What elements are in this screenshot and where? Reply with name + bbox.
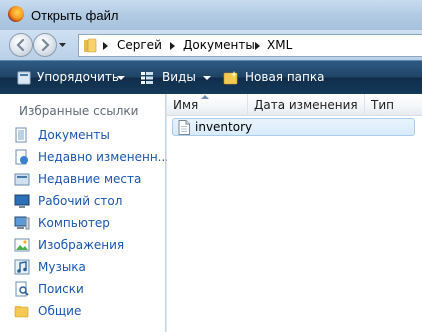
documents-icon bbox=[15, 127, 27, 143]
column-header-label: Имя bbox=[173, 98, 199, 112]
breadcrumb-separator-icon[interactable] bbox=[255, 42, 260, 50]
command-toolbar: Упорядочить Виды Новая папка bbox=[0, 60, 422, 94]
column-header-type[interactable]: Тип bbox=[365, 94, 422, 116]
nav-item-recently-changed[interactable]: Недавно измененн... bbox=[0, 147, 170, 169]
folder-icon bbox=[84, 38, 97, 53]
favorite-links-title: Избранные ссылки bbox=[19, 104, 139, 118]
organize-dropdown-icon[interactable] bbox=[117, 76, 125, 80]
nav-item-label: Документы bbox=[38, 128, 110, 142]
favorite-links-pane: Избранные ссылки Документы Недавно измен… bbox=[0, 94, 170, 332]
views-icon bbox=[141, 72, 153, 84]
window-title: Открыть файл bbox=[31, 8, 119, 23]
pictures-icon bbox=[14, 238, 30, 252]
forward-button[interactable] bbox=[33, 33, 57, 57]
back-arrow-icon bbox=[16, 39, 25, 51]
nav-item-music[interactable]: Музыка bbox=[0, 257, 166, 279]
nav-item-label: Изображения bbox=[38, 238, 125, 252]
column-header-label: Тип bbox=[371, 98, 394, 112]
nav-item-label: Недавно измененн... bbox=[38, 150, 170, 164]
views-button[interactable]: Виды bbox=[162, 70, 196, 84]
new-folder-button[interactable]: Новая папка bbox=[245, 70, 324, 84]
breadcrumb-separator-icon[interactable] bbox=[170, 42, 175, 50]
nav-item-pictures[interactable]: Изображения bbox=[0, 235, 166, 257]
nav-item-searches[interactable]: Поиски bbox=[0, 279, 166, 301]
address-row: Сергей Документы XML bbox=[0, 30, 422, 60]
sort-ascending-icon bbox=[201, 95, 209, 99]
address-bar[interactable]: Сергей Документы XML bbox=[78, 34, 422, 57]
nav-item-desktop[interactable]: Рабочий стол bbox=[0, 191, 166, 213]
firefox-icon bbox=[8, 6, 24, 22]
breadcrumb-documents[interactable]: Документы bbox=[183, 38, 255, 52]
nav-item-label: Поиски bbox=[38, 282, 84, 296]
column-header-name[interactable]: Имя bbox=[167, 94, 248, 116]
back-button[interactable] bbox=[9, 33, 33, 57]
file-icon bbox=[178, 120, 190, 135]
breadcrumb-xml[interactable]: XML bbox=[267, 38, 292, 52]
file-row[interactable]: inventory bbox=[172, 118, 415, 136]
new-folder-icon bbox=[223, 71, 238, 85]
nav-item-label: Общие bbox=[38, 304, 82, 318]
computer-icon bbox=[14, 216, 30, 230]
column-header-date[interactable]: Дата изменения bbox=[248, 94, 365, 116]
nav-item-documents[interactable]: Документы bbox=[0, 125, 166, 147]
column-header-label: Дата изменения bbox=[254, 98, 358, 112]
nav-item-recent-places[interactable]: Недавние места bbox=[0, 169, 166, 191]
recent-places-icon bbox=[14, 173, 30, 186]
nav-item-label: Музыка bbox=[38, 260, 86, 274]
column-header-row: Имя Дата изменения Тип bbox=[167, 94, 422, 116]
public-icon bbox=[14, 306, 29, 318]
searches-icon bbox=[15, 281, 29, 297]
nav-item-label: Компьютер bbox=[38, 216, 110, 230]
organize-icon bbox=[17, 71, 31, 85]
nav-item-computer[interactable]: Компьютер bbox=[0, 213, 166, 235]
file-list-pane: Имя Дата изменения Тип inventory bbox=[167, 94, 422, 332]
history-dropdown-icon[interactable] bbox=[58, 41, 67, 49]
title-bar: Открыть файл bbox=[0, 0, 422, 30]
desktop-icon bbox=[14, 194, 30, 208]
breadcrumb-separator-icon[interactable] bbox=[103, 42, 108, 50]
nav-item-public[interactable]: Общие bbox=[0, 301, 166, 323]
forward-arrow-icon bbox=[41, 39, 50, 51]
music-icon bbox=[14, 259, 30, 275]
views-dropdown-icon[interactable] bbox=[203, 76, 211, 80]
breadcrumb-sergey[interactable]: Сергей bbox=[117, 38, 162, 52]
nav-item-label: Рабочий стол bbox=[38, 194, 123, 208]
organize-button[interactable]: Упорядочить bbox=[37, 70, 119, 84]
file-name: inventory bbox=[195, 120, 253, 134]
nav-item-label: Недавние места bbox=[38, 172, 142, 186]
recently-changed-icon bbox=[15, 149, 28, 165]
